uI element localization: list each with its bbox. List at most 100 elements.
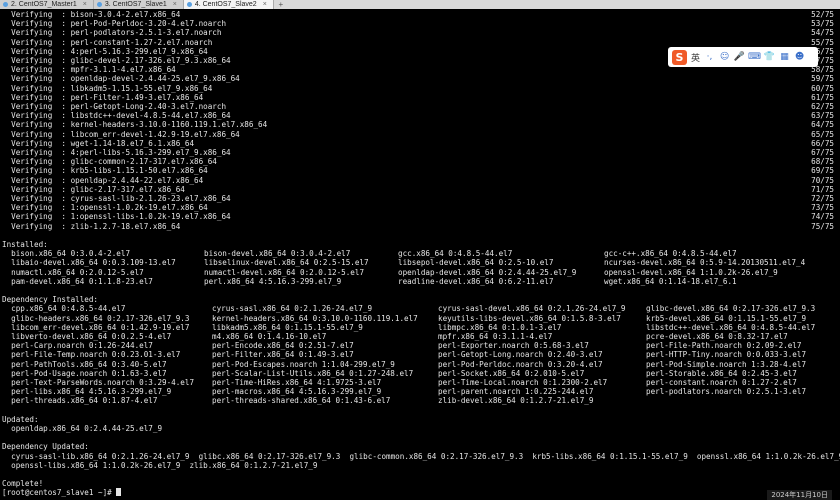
package-line: openssl-libs.x86_64 1:1.0.2k-26.el7_9 zl… <box>2 460 318 470</box>
tab-label: 4. CentOS7_Slave2 <box>194 1 257 8</box>
system-clock: 2024年11月10日 <box>767 490 832 500</box>
package-entry: glibc-headers.x86_64 0:2.17-326.el7_9.3 <box>2 313 190 323</box>
verify-count: 68/75 <box>811 157 834 167</box>
package-entry: libstdc++-devel.x86_64 0:4.8.5-44.el7 <box>646 322 816 332</box>
verify-line: Verifying : mpfr-3.1.1-4.el7.x86_64 <box>2 65 176 75</box>
verify-line: Verifying : kernel-headers-3.10.0-1160.1… <box>2 120 268 130</box>
section-header: Updated: <box>2 414 39 424</box>
package-entry: perl-Storable.x86_64 0:2.45-3.el7 <box>646 368 797 378</box>
package-entry: perl-Pod-Escapes.noarch 1:1.04-299.el7_9 <box>212 359 395 369</box>
package-entry: openssl-devel.x86_64 1:1.0.2k-26.el7_9 <box>604 267 778 277</box>
package-entry: gcc-c++.x86_64 0:4.8.5-44.el7 <box>604 249 737 259</box>
package-entry: perl-Text-ParseWords.noarch 0:3.29-4.el7 <box>2 378 195 387</box>
verify-count: 54/75 <box>811 28 834 38</box>
sogou-logo-icon: S <box>672 49 687 65</box>
package-entry: libverto-devel.x86_64 0:0.2.5-4.el7 <box>2 332 172 341</box>
verify-line: Verifying : 4:perl-5.16.3-299.el7_9.x86_… <box>2 46 208 56</box>
package-entry: perl.x86_64 4:5.16.3-299.el7_9 <box>204 276 342 286</box>
verify-count: 64/75 <box>811 120 834 130</box>
package-entry: ncurses-devel.x86_64 0:5.9-14.20130511.e… <box>604 258 806 268</box>
package-entry: perl-Getopt-Long.noarch 0:2.40-3.el7 <box>438 350 603 360</box>
verify-count: 53/75 <box>811 19 834 29</box>
tab-centos7-slave1[interactable]: 3. CentOS7_Slave1 × <box>93 0 184 9</box>
close-icon[interactable]: × <box>173 0 177 9</box>
package-entry: readline-devel.x86_64 0:6.2-11.el7 <box>398 276 554 286</box>
package-entry: zlib-devel.x86_64 0:1.2.7-21.el7_9 <box>438 396 594 406</box>
verify-count: 70/75 <box>811 175 834 185</box>
verify-count: 63/75 <box>811 111 834 121</box>
skin-icon[interactable]: 👕 <box>764 52 775 63</box>
package-entry: m4.x86_64 0:1.4.16-10.el7 <box>212 332 327 341</box>
keyboard-icon[interactable]: ⌨ <box>748 52 761 63</box>
verify-line: Verifying : 1:openssl-libs-1.0.2k-19.el7… <box>2 212 231 222</box>
package-entry: perl-constant.noarch 0:1.27-2.el7 <box>646 378 797 387</box>
tab-label: 3. CentOS7_Slave1 <box>104 1 167 8</box>
microphone-icon[interactable]: 🎤 <box>734 52 745 63</box>
verify-line: Verifying : cyrus-sasl-lib-2.1.26-23.el7… <box>2 194 231 203</box>
verify-line: Verifying : 1:openssl-1.0.2k-19.el7.x86_… <box>2 203 208 213</box>
verify-count: 75/75 <box>811 221 834 231</box>
package-entry: cpp.x86_64 0:4.8.5-44.el7 <box>2 304 126 314</box>
verify-line: Verifying : perl-Pod-Perldoc-3.20-4.el7.… <box>2 19 227 29</box>
package-entry: pcre-devel.x86_64 0:8.32-17.el7 <box>646 332 788 341</box>
ime-toolbar[interactable]: S 英 ·, ☺ 🎤 ⌨ 👕 ▦ ☻ <box>668 47 818 67</box>
verify-line: Verifying : glibc-common-2.17-317.el7.x8… <box>2 157 217 167</box>
package-entry: krb5-devel.x86_64 0:1.15.1-55.el7_9 <box>646 313 807 323</box>
terminal-output[interactable]: Verifying : bison-3.0.4-2.el7.x86_64 52/7… <box>0 9 840 500</box>
close-icon[interactable]: × <box>83 0 87 9</box>
package-entry: cyrus-sasl.x86_64 0:2.1.26-24.el7_9 <box>212 304 373 314</box>
status-text: Complete! <box>2 479 44 489</box>
package-entry: perl-threads.x86_64 0:1.87-4.el7 <box>2 396 158 406</box>
section-header: Dependency Installed: <box>2 295 99 305</box>
package-entry: numactl.x86_64 0:2.0.12-5.el7 <box>2 267 144 277</box>
package-entry: libmpc.x86_64 0:1.0.1-3.el7 <box>438 322 562 332</box>
package-entry: perl-Pod-Usage.noarch 0:1.63-3.el7 <box>2 368 167 378</box>
tab-centos7-master1[interactable]: 2. CentOS7_Master1 × <box>0 0 94 9</box>
package-entry: pam-devel.x86_64 0:1.1.8-23.el7 <box>2 276 153 286</box>
verify-line: Verifying : glibc-2.17-317.el7.x86_64 <box>2 184 185 194</box>
package-entry: libaio-devel.x86_64 0:0.3.109-13.el7 <box>2 258 176 268</box>
verify-count: 61/75 <box>811 92 834 102</box>
package-entry: libsepol-devel.x86_64 0:2.5-10.el7 <box>398 258 554 268</box>
verify-line: Verifying : 4:perl-libs-5.16.3-299.el7_9… <box>2 148 231 157</box>
verify-line: Verifying : libkadm5-1.15.1-55.el7_9.x86… <box>2 83 213 93</box>
session-icon <box>96 2 102 7</box>
package-entry: keyutils-libs-devel.x86_64 0:1.5.8-3.el7 <box>438 313 621 323</box>
package-entry: perl-PathTools.x86_64 0:3.40-5.el7 <box>2 359 167 369</box>
verify-count: 65/75 <box>811 129 834 139</box>
new-tab-icon[interactable]: + <box>274 0 288 9</box>
section-header: Installed: <box>2 240 48 249</box>
package-entry: perl-HTTP-Tiny.noarch 0:0.033-3.el7 <box>646 350 807 360</box>
verify-line: Verifying : bison-3.0.4-2.el7.x86_64 <box>2 10 181 19</box>
section-header: Dependency Updated: <box>2 442 89 452</box>
package-entry: perl-File-Path.noarch 0:2.09-2.el7 <box>646 341 802 351</box>
emoji-icon[interactable]: ☺ <box>719 52 730 63</box>
verify-count: 66/75 <box>811 138 834 148</box>
verify-count: 74/75 <box>811 212 834 222</box>
verify-line: Verifying : openldap-devel-2.4.44-25.el7… <box>2 74 240 84</box>
verify-line: Verifying : openldap-2.4.44-22.el7.x86_6… <box>2 175 204 185</box>
toolbox-icon[interactable]: ▦ <box>779 52 790 63</box>
package-entry: perl-Filter.x86_64 0:1.49-3.el7 <box>212 350 354 360</box>
package-entry: perl-libs.x86_64 4:5.16.3-299.el7_9 <box>2 387 172 397</box>
verify-line: Verifying : wget-1.14-18.el7_6.1.x86_64 <box>2 138 195 148</box>
close-icon[interactable]: × <box>263 0 267 9</box>
shell-prompt[interactable]: [root@centos7_slave1 ~]# <box>2 488 122 497</box>
package-entry: gcc.x86_64 0:4.8.5-44.el7 <box>398 249 513 259</box>
verify-count: 73/75 <box>811 203 834 213</box>
package-entry: perl-Pod-Simple.noarch 1:3.28-4.el7 <box>646 359 807 369</box>
verify-line: Verifying : perl-constant-1.27-2.el7.noa… <box>2 37 213 47</box>
verify-count: 62/75 <box>811 102 834 111</box>
package-entry: bison.x86_64 0:3.0.4-2.el7 <box>2 249 131 259</box>
verify-line: Verifying : glibc-devel-2.17-326.el7_9.3… <box>2 56 231 65</box>
verify-line: Verifying : libcom_err-devel-1.42.9-19.e… <box>2 129 240 139</box>
ime-language-toggle[interactable]: 英 <box>691 51 700 64</box>
package-entry: libcom_err-devel.x86_64 0:1.42.9-19.el7 <box>2 322 190 332</box>
tab-bar: 2. CentOS7_Master1 × 3. CentOS7_Slave1 ×… <box>0 0 840 9</box>
verify-line: Verifying : perl-Getopt-Long-2.40-3.el7.… <box>2 102 227 111</box>
package-entry: wget.x86_64 0:1.14-18.el7_6.1 <box>604 276 737 286</box>
package-entry: numactl-devel.x86_64 0:2.0.12-5.el7 <box>204 267 365 277</box>
punctuation-icon[interactable]: ·, <box>704 52 715 63</box>
tab-centos7-slave2[interactable]: 4. CentOS7_Slave2 × <box>183 0 274 9</box>
user-icon[interactable]: ☻ <box>794 52 805 63</box>
